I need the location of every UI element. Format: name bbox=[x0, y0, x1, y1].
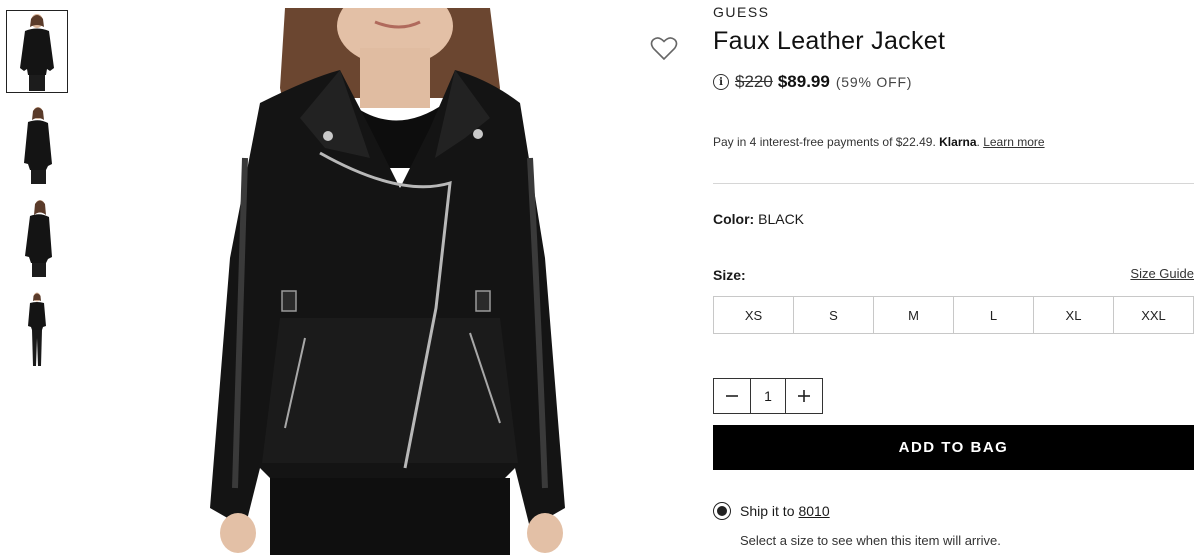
klarna-payment-info: Pay in 4 interest-free payments of $22.4… bbox=[713, 135, 1045, 149]
ship-radio-button[interactable] bbox=[713, 502, 731, 520]
size-option-xs[interactable]: XS bbox=[714, 297, 794, 333]
product-brand[interactable]: GUESS bbox=[713, 4, 770, 20]
thumbnail-side-alt[interactable] bbox=[6, 196, 68, 279]
add-to-bag-button[interactable]: ADD TO BAG bbox=[713, 425, 1194, 470]
ship-note: Select a size to see when this item will… bbox=[740, 533, 1001, 548]
discount-label: (59% OFF) bbox=[835, 74, 913, 90]
klarna-text: Pay in 4 interest-free payments of $22.4… bbox=[713, 135, 936, 149]
wishlist-heart-icon[interactable] bbox=[650, 36, 678, 62]
info-icon[interactable]: i bbox=[713, 74, 729, 90]
klarna-learn-more-link[interactable]: Learn more bbox=[983, 135, 1044, 149]
jacket-side-alt-thumb-image bbox=[25, 199, 52, 277]
ship-zip-link[interactable]: 8010 bbox=[798, 503, 829, 519]
ship-option: Ship it to 8010 bbox=[713, 502, 830, 520]
size-option-xxl[interactable]: XXL bbox=[1114, 297, 1193, 333]
thumbnail-list bbox=[6, 10, 68, 382]
jacket-front-thumb-image bbox=[20, 13, 54, 91]
product-title: Faux Leather Jacket bbox=[713, 27, 946, 55]
original-price: $220 bbox=[735, 72, 773, 91]
ship-prefix: Ship it to bbox=[740, 503, 795, 519]
color-label: Color: bbox=[713, 211, 755, 227]
size-guide-link[interactable]: Size Guide bbox=[1130, 266, 1194, 281]
full-body-thumb-image bbox=[28, 292, 46, 366]
size-options: XS S M L XL XXL bbox=[713, 296, 1194, 334]
minus-icon bbox=[726, 395, 738, 397]
color-selection: Color: BLACK bbox=[713, 211, 804, 227]
thumbnail-side[interactable] bbox=[6, 103, 68, 186]
size-label: Size: bbox=[713, 267, 746, 283]
quantity-increase-button[interactable] bbox=[786, 379, 822, 413]
jacket-side-thumb-image bbox=[24, 106, 52, 184]
thumbnail-full-body[interactable] bbox=[6, 289, 68, 372]
klarna-brand: Klarna bbox=[939, 135, 977, 149]
sale-price: $89.99 bbox=[777, 72, 830, 91]
size-option-s[interactable]: S bbox=[794, 297, 874, 333]
product-main-image[interactable] bbox=[200, 8, 575, 555]
section-divider bbox=[713, 183, 1194, 184]
thumbnail-front[interactable] bbox=[6, 10, 68, 93]
price-row: i $220 $89.99 (59% OFF) bbox=[713, 72, 912, 92]
klarna-dot: . bbox=[976, 135, 980, 149]
size-option-xl[interactable]: XL bbox=[1034, 297, 1114, 333]
quantity-value[interactable]: 1 bbox=[750, 379, 786, 413]
size-option-l[interactable]: L bbox=[954, 297, 1034, 333]
size-option-m[interactable]: M bbox=[874, 297, 954, 333]
quantity-decrease-button[interactable] bbox=[714, 379, 750, 413]
plus-icon bbox=[798, 390, 810, 402]
quantity-stepper: 1 bbox=[713, 378, 823, 414]
jacket-model-illustration bbox=[210, 8, 565, 555]
color-value: BLACK bbox=[758, 211, 805, 227]
